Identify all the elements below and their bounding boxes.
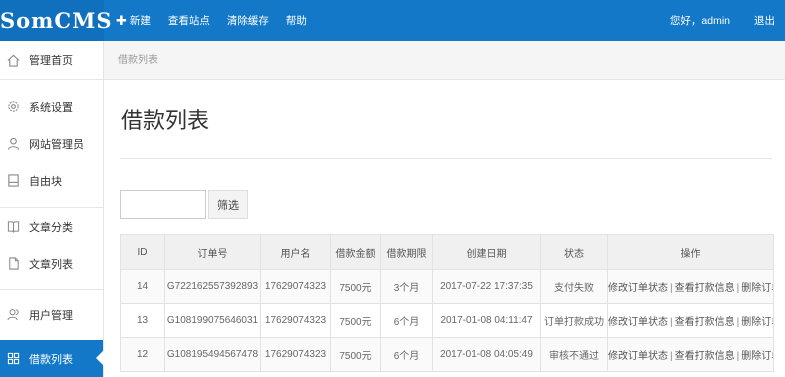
column-header: 借款期限 xyxy=(380,234,433,270)
greeting: 您好，admin xyxy=(669,15,730,27)
cell-status: 支付失败 xyxy=(540,269,608,304)
column-header: ID xyxy=(120,234,165,270)
cell-term: 6个月 xyxy=(380,303,433,338)
cell-date: 2017-01-08 04:11:47 xyxy=(432,303,541,338)
title-divider xyxy=(120,158,772,159)
cell-actions: 修改订单状态|查看打款信息|删除订单 xyxy=(607,269,774,304)
sidebar-divider xyxy=(0,289,103,290)
gear-icon xyxy=(6,100,20,114)
sidebar-item-admins[interactable]: 网站管理员 xyxy=(0,125,103,162)
action-separator: | xyxy=(670,283,673,294)
column-header: 状态 xyxy=(540,234,608,270)
action-separator: | xyxy=(670,317,673,328)
sidebar-item-loans[interactable]: 借款列表 xyxy=(0,340,104,377)
cell-id: 14 xyxy=(120,269,165,304)
sidebar-item-label: 自由块 xyxy=(29,175,62,188)
cell-user: 17629074323 xyxy=(260,303,331,338)
sidebar-item-article-categories[interactable]: 文章分类 xyxy=(0,208,103,245)
sidebar-item-settings[interactable]: 系统设置 xyxy=(0,88,103,125)
cell-amount: 7500元 xyxy=(330,303,381,338)
cell-amount: 7500元 xyxy=(330,269,381,304)
plus-icon: ✚ xyxy=(116,12,127,28)
cell-id: 12 xyxy=(120,337,165,372)
table-row: 14 G722162557392893 17629074323 7500元 3个… xyxy=(120,269,774,304)
cell-actions: 修改订单状态|查看打款信息|删除订单 xyxy=(607,303,774,338)
sidebar-item-label: 文章分类 xyxy=(29,221,73,234)
view-payment-link[interactable]: 查看打款信息 xyxy=(675,283,735,294)
table-header-row: ID 订单号 用户名 借款金额 借款期限 创建日期 状态 操作 xyxy=(120,234,774,270)
search-input[interactable] xyxy=(120,190,206,219)
top-bar: SomCMS ✚ 新建 查看站点 清除缓存 帮助 您好，admin 退出 xyxy=(0,0,785,41)
new-label: 新建 xyxy=(129,15,151,27)
sidebar: 管理首页 系统设置 网站管理员 自由块 文章分类 文章列表 用户管理 借款列表 xyxy=(0,41,104,377)
loan-table: ID 订单号 用户名 借款金额 借款期限 创建日期 状态 操作 14 G7221… xyxy=(120,234,774,372)
page-title: 借款列表 xyxy=(121,108,210,133)
delete-order-link[interactable]: 删除订单 xyxy=(741,351,772,362)
modify-status-link[interactable]: 修改订单状态 xyxy=(609,351,669,362)
action-separator: | xyxy=(670,351,673,362)
sidebar-item-home[interactable]: 管理首页 xyxy=(0,41,103,79)
table-row: 12 G108195494567478 17629074323 7500元 6个… xyxy=(120,337,774,372)
sidebar-item-articles[interactable]: 文章列表 xyxy=(0,245,103,282)
cell-term: 6个月 xyxy=(380,337,433,372)
grid-icon xyxy=(6,352,20,366)
cell-status: 审核不通过 xyxy=(540,337,608,372)
user-area: 您好，admin 退出 xyxy=(670,0,775,41)
modify-status-link[interactable]: 修改订单状态 xyxy=(609,317,669,328)
filter-button[interactable]: 筛选 xyxy=(208,190,248,219)
sidebar-item-blocks[interactable]: 自由块 xyxy=(0,162,103,199)
cell-date: 2017-01-08 04:05:49 xyxy=(432,337,541,372)
new-button[interactable]: ✚ 新建 xyxy=(116,13,151,29)
cell-order: G722162557392893 xyxy=(164,269,261,304)
cell-id: 13 xyxy=(120,303,165,338)
delete-order-link[interactable]: 删除订单 xyxy=(741,317,772,328)
sidebar-item-label: 系统设置 xyxy=(29,101,73,114)
sidebar-divider xyxy=(0,79,103,80)
sidebar-item-users[interactable]: 用户管理 xyxy=(0,296,103,333)
action-separator: | xyxy=(736,317,740,328)
top-nav: ✚ 新建 查看站点 清除缓存 帮助 xyxy=(116,0,324,41)
view-payment-link[interactable]: 查看打款信息 xyxy=(675,351,735,362)
sidebar-item-label: 管理首页 xyxy=(29,55,73,67)
users-icon xyxy=(6,308,20,322)
book-icon xyxy=(6,220,20,234)
clear-cache-link[interactable]: 清除缓存 xyxy=(227,13,269,28)
block-icon xyxy=(6,174,20,188)
breadcrumb: 借款列表 xyxy=(104,41,785,80)
cell-term: 3个月 xyxy=(380,269,433,304)
cell-user: 17629074323 xyxy=(260,269,331,304)
view-site-link[interactable]: 查看站点 xyxy=(168,13,210,28)
cell-order: G108199075646031 xyxy=(164,303,261,338)
home-icon xyxy=(6,53,20,67)
sidebar-item-label: 文章列表 xyxy=(29,258,73,271)
column-header: 创建日期 xyxy=(432,234,541,270)
cell-amount: 7500元 xyxy=(330,337,381,372)
action-separator: | xyxy=(736,351,740,362)
column-header: 操作 xyxy=(607,234,774,270)
cell-actions: 修改订单状态|查看打款信息|删除订单 xyxy=(607,337,774,372)
table-row: 13 G108199075646031 17629074323 7500元 6个… xyxy=(120,303,774,338)
cell-order: G108195494567478 xyxy=(164,337,261,372)
sidebar-item-label: 用户管理 xyxy=(29,309,73,322)
delete-order-link[interactable]: 删除订单 xyxy=(741,283,772,294)
modify-status-link[interactable]: 修改订单状态 xyxy=(609,283,669,294)
cell-status: 订单打款成功 xyxy=(540,303,608,338)
document-icon xyxy=(6,257,20,271)
view-payment-link[interactable]: 查看打款信息 xyxy=(675,317,735,328)
sidebar-item-label: 借款列表 xyxy=(29,353,73,366)
action-separator: | xyxy=(736,283,740,294)
cell-date: 2017-07-22 17:37:35 xyxy=(432,269,541,304)
column-header: 用户名 xyxy=(260,234,331,270)
cell-user: 17629074323 xyxy=(260,337,331,372)
column-header: 订单号 xyxy=(164,234,261,270)
help-link[interactable]: 帮助 xyxy=(286,13,307,28)
sidebar-item-label: 网站管理员 xyxy=(29,138,84,151)
column-header: 借款金额 xyxy=(330,234,381,270)
logo[interactable]: SomCMS xyxy=(0,0,112,41)
user-icon xyxy=(6,137,20,151)
main-content: 借款列表 借款列表 筛选 ID 订单号 用户名 借款金额 借款期限 创建日期 状… xyxy=(104,41,785,377)
logout-link[interactable]: 退出 xyxy=(754,13,775,28)
